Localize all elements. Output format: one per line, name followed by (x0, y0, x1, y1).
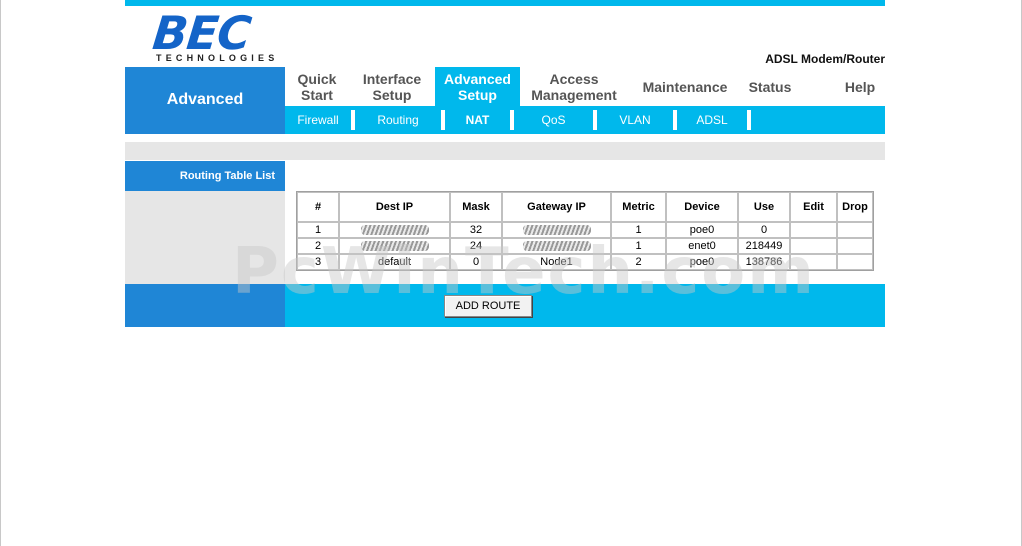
cell-drop[interactable] (837, 222, 873, 238)
menu-quick-start[interactable]: Quick Start (287, 67, 347, 106)
section-label: Advanced (125, 67, 285, 134)
col-mask: Mask (450, 192, 502, 222)
cell-use: 0 (738, 222, 790, 238)
cell-num: 3 (297, 254, 339, 270)
menu-help[interactable]: Help (835, 67, 885, 106)
submenu-label: Firewall (297, 113, 339, 127)
menu-maintenance[interactable]: Maintenance (635, 67, 735, 106)
cell-metric: 2 (611, 254, 666, 270)
bec-logo: BEC (150, 6, 254, 60)
menu-label: Maintenance (642, 78, 728, 95)
cell-edit[interactable] (790, 254, 837, 270)
redacted-ip (522, 241, 591, 252)
add-route-button[interactable]: ADD ROUTE (444, 295, 532, 317)
col-use: Use (738, 192, 790, 222)
product-name: ADSL Modem/Router (765, 52, 885, 66)
cell-drop[interactable] (837, 238, 873, 254)
page-wrapper: BEC TECHNOLOGIES ADSL Modem/Router Advan… (125, 0, 885, 327)
header: BEC TECHNOLOGIES ADSL Modem/Router (125, 6, 885, 67)
cell-dest-ip (339, 238, 450, 254)
cell-metric: 1 (611, 222, 666, 238)
submenu-label: ADSL (696, 113, 728, 127)
menu-interface-setup[interactable]: Interface Setup (353, 67, 431, 106)
cell-dest-ip (339, 222, 450, 238)
cell-dest-ip: default (339, 254, 450, 270)
cell-num: 1 (297, 222, 339, 238)
menu-label-line1: Advanced (444, 70, 511, 87)
submenu-label: NAT (465, 113, 490, 127)
section-label-text: Advanced (166, 90, 244, 108)
table-row: 2 24 1 enet0 218449 (297, 238, 873, 254)
routing-table-label-text: Routing Table List (179, 170, 275, 182)
redacted-ip (360, 225, 429, 236)
redacted-ip (522, 225, 591, 236)
menu-label-line1: Interface (362, 70, 422, 87)
cell-use: 138786 (738, 254, 790, 270)
menu-label-line1: Access (549, 70, 599, 87)
footer-left-panel (125, 284, 285, 327)
cell-mask: 32 (450, 222, 502, 238)
menu-label-line2: Setup (458, 86, 497, 103)
separator-bar (125, 142, 885, 160)
submenu-row: Firewall Routing NAT QoS VLAN ADSL (285, 106, 885, 134)
col-num: # (297, 192, 339, 222)
menu-status[interactable]: Status (740, 67, 800, 106)
submenu-qos[interactable]: QoS (514, 110, 597, 130)
table-header-row: # Dest IP Mask Gateway IP Metric Device … (297, 192, 873, 222)
menu-label: Help (844, 78, 876, 95)
table-row: 3 default 0 Node1 2 poe0 138786 (297, 254, 873, 270)
col-gateway-ip: Gateway IP (502, 192, 611, 222)
cell-num: 2 (297, 238, 339, 254)
col-drop: Drop (837, 192, 873, 222)
redacted-ip (360, 241, 429, 252)
table-row: 1 32 1 poe0 0 (297, 222, 873, 238)
col-dest-ip: Dest IP (339, 192, 450, 222)
cell-gateway-ip (502, 238, 611, 254)
menu-access-management[interactable]: Access Management (525, 67, 623, 106)
footer-right-panel: ADD ROUTE (285, 284, 885, 327)
menu-label: Status (748, 78, 792, 95)
col-device: Device (666, 192, 738, 222)
cell-drop[interactable] (837, 254, 873, 270)
cell-mask: 0 (450, 254, 502, 270)
logo-subtitle: TECHNOLOGIES (156, 53, 279, 63)
cell-device: poe0 (666, 222, 738, 238)
menu-label-line2: Management (531, 86, 617, 103)
submenu-label: Routing (377, 113, 419, 127)
submenu-vlan[interactable]: VLAN (597, 110, 677, 130)
routing-table: # Dest IP Mask Gateway IP Metric Device … (296, 191, 874, 271)
cell-device: poe0 (666, 254, 738, 270)
cell-metric: 1 (611, 238, 666, 254)
menu-label-line2: Setup (372, 86, 412, 103)
menu-advanced-setup[interactable]: Advanced Setup (435, 67, 520, 106)
menu-row: Quick Start Interface Setup Advanced Setup … (285, 67, 885, 106)
submenu-label: VLAN (619, 113, 651, 127)
submenu-firewall[interactable]: Firewall (285, 110, 355, 130)
cell-gateway-ip (502, 222, 611, 238)
routing-table-label: Routing Table List (125, 161, 285, 191)
submenu-nat[interactable]: NAT (445, 110, 514, 130)
submenu-label: QoS (541, 113, 566, 127)
main-navigation: Advanced Quick Start Interface Setup Advan… (125, 67, 885, 134)
col-edit: Edit (790, 192, 837, 222)
cell-use: 218449 (738, 238, 790, 254)
submenu-adsl[interactable]: ADSL (677, 110, 751, 130)
cell-gateway-ip: Node1 (502, 254, 611, 270)
side-panel (125, 191, 285, 284)
cell-edit[interactable] (790, 222, 837, 238)
cell-device: enet0 (666, 238, 738, 254)
menu-label-line2: Start (301, 86, 333, 103)
cell-mask: 24 (450, 238, 502, 254)
submenu-routing[interactable]: Routing (355, 110, 445, 130)
col-metric: Metric (611, 192, 666, 222)
cell-edit[interactable] (790, 238, 837, 254)
menu-label-line1: Quick (297, 70, 337, 87)
